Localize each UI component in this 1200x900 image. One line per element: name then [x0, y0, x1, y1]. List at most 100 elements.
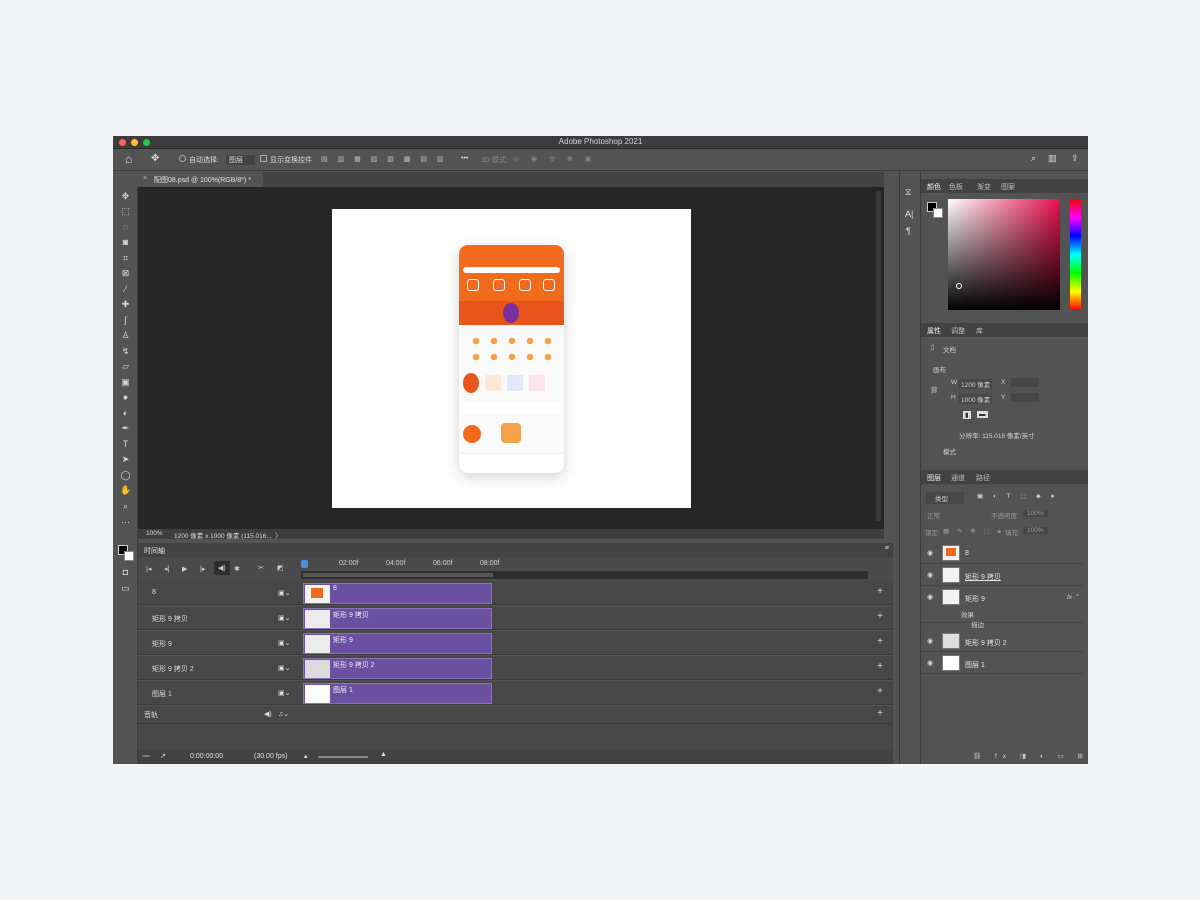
align-icons[interactable]: ▤ ▥ ▦ ▧ ▨ ▩ ▤ ▥ — [321, 155, 448, 163]
timeline-zoom-slider[interactable] — [318, 756, 368, 758]
track-type-icon[interactable]: ▣⌄ — [278, 639, 290, 647]
add-audio-icon[interactable]: + — [877, 708, 883, 719]
play-icon[interactable]: ▶ — [182, 565, 187, 573]
visibility-eye-icon[interactable]: ◉ — [927, 637, 933, 645]
eyedropper-icon[interactable]: ∕ — [120, 284, 131, 295]
auto-select-checkbox[interactable] — [179, 155, 186, 162]
timeline-track[interactable]: 矩形 9 ▣⌄ 矩形 9 + — [138, 631, 893, 655]
tab-layers[interactable]: 图层 — [927, 473, 941, 483]
add-media-icon[interactable]: + — [877, 611, 883, 622]
frame-mode-icon[interactable]: ▫▫▫ — [142, 753, 149, 760]
tab-libraries[interactable]: 库 — [976, 326, 983, 336]
width-field[interactable]: 1200 像素 — [959, 379, 993, 389]
layer-row[interactable]: ◉ 8 — [921, 543, 1083, 564]
timeline-panel-title[interactable]: 时间轴 — [144, 546, 165, 556]
stamp-icon[interactable]: ♙ — [120, 330, 131, 341]
history-brush-icon[interactable]: ↯ — [120, 346, 131, 357]
tab-paths[interactable]: 路径 — [976, 473, 990, 483]
music-note-icon[interactable]: ♫⌄ — [278, 710, 289, 718]
brush-icon[interactable]: ∫ — [120, 315, 131, 326]
3d-mode-icons[interactable]: ◎ ◉ ✣ ✥ ▣ — [513, 155, 596, 163]
layer-filter-dropdown[interactable]: 类型 — [925, 492, 964, 504]
history-icon[interactable]: ⧖ — [905, 187, 911, 198]
work-area-bar[interactable] — [301, 571, 868, 579]
stroke-effect-label[interactable]: 描边 — [971, 619, 984, 629]
portrait-icon[interactable]: ▮ — [963, 411, 971, 419]
playhead-icon[interactable] — [301, 560, 308, 568]
audio-mute-icon[interactable]: ◀) — [264, 710, 272, 718]
layer-row[interactable]: ◉ 矩形 9 fx ⌃ 效果 描边 — [921, 587, 1083, 629]
healing-icon[interactable]: ✚ — [120, 299, 131, 310]
settings-icon[interactable]: ✱ — [234, 565, 240, 573]
pen-icon[interactable]: ✒ — [120, 423, 131, 434]
landscape-icon[interactable]: ▬ — [977, 411, 988, 418]
tab-patterns[interactable]: 图案 — [1001, 182, 1015, 192]
layer-row[interactable]: ◉ 图层 1 — [921, 653, 1083, 674]
dodge-icon[interactable]: ◐ — [120, 408, 131, 419]
shape-icon[interactable]: ◯ — [120, 470, 131, 481]
add-media-icon[interactable]: + — [877, 586, 883, 597]
background-color-swatch[interactable] — [124, 551, 134, 561]
add-media-icon[interactable]: + — [877, 636, 883, 647]
prev-frame-icon[interactable]: ◂| — [164, 565, 169, 573]
paragraph-icon[interactable]: ¶ — [906, 226, 911, 236]
layer-row[interactable]: ◉ 矩形 9 拷贝 2 — [921, 631, 1083, 652]
gradient-icon[interactable]: ▣ — [120, 377, 131, 388]
timeline-clip[interactable]: 8 — [303, 583, 492, 604]
workspace-icon[interactable]: ▥ — [1048, 153, 1057, 164]
tab-color[interactable]: 颜色 — [927, 182, 941, 192]
path-select-icon[interactable]: ➤ — [120, 454, 131, 465]
audio-track[interactable]: 音轨 ◀) ♫⌄ + — [138, 706, 893, 724]
zoom-icon[interactable]: ⌕ — [120, 501, 131, 512]
quick-mask-icon[interactable]: ◘ — [120, 567, 131, 578]
fill-field[interactable]: 100% — [1023, 527, 1048, 534]
visibility-eye-icon[interactable]: ◉ — [927, 593, 933, 601]
add-media-icon[interactable]: + — [877, 686, 883, 697]
auto-select-dropdown[interactable]: 图层 — [226, 155, 255, 165]
track-type-icon[interactable]: ▣⌄ — [278, 664, 290, 672]
tab-swatches[interactable]: 色板 — [949, 182, 963, 192]
timeline-track[interactable]: 矩形 9 拷贝 2 ▣⌄ 矩形 9 拷贝 2 + — [138, 656, 893, 680]
time-ruler[interactable]: 02:00f 04:00f 06:00f 08:00f — [301, 557, 868, 581]
tab-channels[interactable]: 通道 — [951, 473, 965, 483]
opacity-field[interactable]: 100% — [1023, 510, 1048, 517]
zoom-out-icon[interactable]: ▴ — [304, 752, 308, 760]
track-type-icon[interactable]: ▣⌄ — [278, 614, 290, 622]
height-field[interactable]: 1000 像素 — [959, 394, 993, 404]
transition-icon[interactable]: ◩ — [277, 564, 284, 572]
tab-properties[interactable]: 属性 — [927, 326, 941, 336]
color-picker-cursor[interactable] — [956, 283, 962, 289]
canvas-area[interactable] — [138, 187, 884, 529]
visibility-eye-icon[interactable]: ◉ — [927, 571, 933, 579]
timeline-clip[interactable]: 图层 1 — [303, 683, 492, 704]
track-type-icon[interactable]: ▣⌄ — [278, 589, 290, 597]
canvas-section-label[interactable]: 画布 — [933, 364, 946, 374]
timeline-track[interactable]: 图层 1 ▣⌄ 图层 1 + — [138, 681, 893, 705]
link-icon[interactable]: ⛓ — [930, 386, 938, 394]
go-first-frame-icon[interactable]: |◂ — [146, 565, 151, 573]
type-icon[interactable]: T — [120, 439, 131, 450]
x-field[interactable] — [1011, 378, 1039, 387]
quick-select-icon[interactable]: ◙ — [120, 237, 131, 248]
hue-slider[interactable] — [1070, 199, 1081, 310]
layers-footer-icons[interactable]: ⛓ fx ◨ ◐ ▭ ⊞ 🗑︎ — [973, 752, 1088, 760]
track-type-icon[interactable]: ▣⌄ — [278, 689, 290, 697]
audio-toggle-icon[interactable]: ◀) — [214, 561, 230, 575]
timeline-clip[interactable]: 矩形 9 拷贝 2 — [303, 658, 492, 679]
blend-mode-dropdown[interactable]: 正常 — [927, 510, 940, 520]
move-icon[interactable]: ✥ — [120, 191, 131, 202]
more-tools-icon[interactable]: ⋯ — [120, 517, 131, 528]
move-tool-icon[interactable]: ✥ — [151, 153, 159, 164]
tab-adjustments[interactable]: 调整 — [951, 326, 965, 336]
marquee-icon[interactable]: ⬚ — [120, 206, 131, 217]
y-field[interactable] — [1011, 393, 1039, 402]
hand-icon[interactable]: ✋ — [120, 485, 131, 496]
character-icon[interactable]: A| — [905, 209, 913, 219]
layer-row[interactable]: ◉ 矩形 9 拷贝 — [921, 565, 1083, 586]
show-transform-checkbox[interactable] — [260, 155, 267, 162]
layer-filter-icons[interactable]: ▣ ◐ T ⬚ ⬥ ● — [977, 492, 1058, 501]
visibility-eye-icon[interactable]: ◉ — [927, 549, 933, 557]
timeline-clip[interactable]: 矩形 9 拷贝 — [303, 608, 492, 629]
timeline-track[interactable]: 8 ▣⌄ 8 + — [138, 581, 893, 605]
blur-icon[interactable]: ● — [120, 392, 131, 403]
